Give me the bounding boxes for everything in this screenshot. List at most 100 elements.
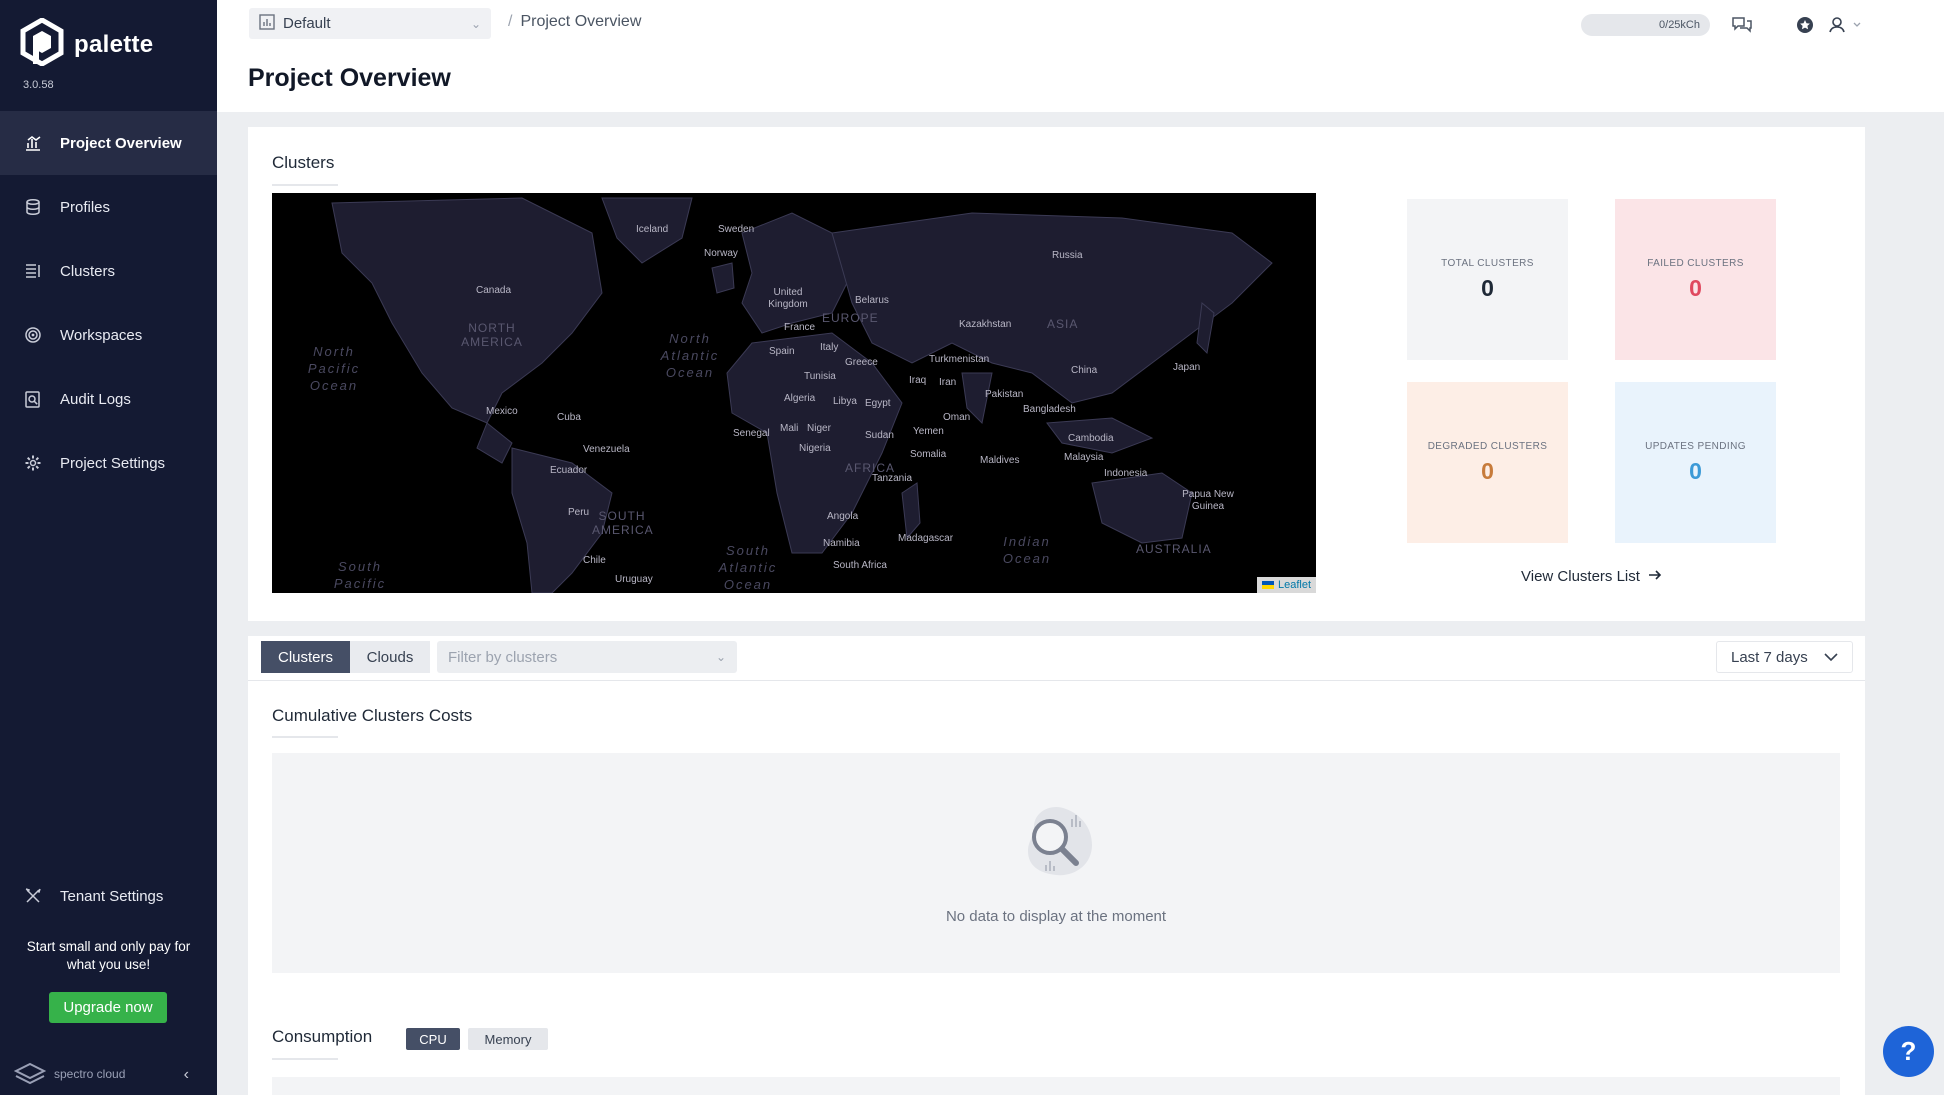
map-label: Niger: [807, 423, 831, 434]
sidebar-item-workspaces[interactable]: Workspaces: [0, 303, 217, 367]
map-label: Tunisia: [804, 371, 836, 382]
stat-value: 0: [1689, 274, 1702, 301]
app-name: palette: [74, 30, 154, 58]
map-label: Spain: [769, 346, 795, 357]
arrow-right-icon: [1648, 568, 1662, 585]
map-label: Venezuela: [583, 444, 630, 455]
spectro-logo-icon: [14, 1062, 46, 1084]
map-label: Somalia: [910, 449, 947, 460]
sidebar-item-project-overview[interactable]: Project Overview: [0, 111, 217, 175]
stat-value: 0: [1689, 457, 1702, 484]
chevron-down-icon: ⌄: [470, 16, 481, 31]
map-continent-label: SOUTH AMERICA: [592, 509, 654, 537]
map-label: Iceland: [636, 224, 669, 235]
map-label: China: [1071, 365, 1098, 376]
star-icon[interactable]: [1793, 13, 1817, 37]
spectro-cloud-logo: spectro cloud: [14, 1062, 125, 1086]
page-title: Project Overview: [248, 64, 451, 92]
map-label: Bangladesh: [1023, 404, 1076, 415]
map-label: Mali: [780, 423, 799, 434]
map-label: Yemen: [913, 426, 944, 437]
map-label: Egypt: [865, 398, 891, 409]
sidebar-item-label: Project Overview: [60, 134, 182, 152]
leaflet-attribution[interactable]: Leaflet: [1256, 577, 1316, 593]
sidebar-footer: spectro cloud ‹: [0, 1052, 217, 1095]
tab-clouds[interactable]: Clouds: [350, 641, 430, 673]
map-continent-label: AUSTRALIA: [1136, 542, 1212, 556]
map-label: Greece: [845, 357, 878, 368]
gear-icon: [23, 453, 43, 473]
costs-section-title: Cumulative Clusters Costs: [272, 706, 473, 725]
title-underline: [272, 736, 338, 738]
sidebar-item-clusters[interactable]: Clusters: [0, 239, 217, 303]
sidebar-item-audit-logs[interactable]: Audit Logs: [0, 367, 217, 431]
map-label: Chile: [583, 555, 606, 566]
filter-clusters-select[interactable]: Filter by clusters ⌄: [437, 641, 737, 673]
tab-clusters[interactable]: Clusters: [261, 641, 350, 673]
empty-state-text: No data to display at the moment: [945, 908, 1167, 925]
help-button[interactable]: ?: [1883, 1026, 1934, 1077]
consumption-section-title: Consumption: [272, 1027, 373, 1046]
map-label: Sweden: [718, 224, 755, 235]
view-clusters-list-label: View Clusters List: [1521, 568, 1640, 585]
leaflet-link[interactable]: Leaflet: [1278, 579, 1311, 591]
spectro-cloud-text: spectro cloud: [54, 1066, 126, 1081]
project-select-value: Default: [283, 15, 331, 32]
tools-icon: [23, 886, 43, 906]
tab-memory[interactable]: Memory: [468, 1028, 548, 1050]
map-label: Indonesia: [1104, 468, 1148, 479]
map-label: Cambodia: [1068, 433, 1114, 444]
view-clusters-list-link[interactable]: View Clusters List: [1521, 568, 1662, 585]
map-ocean-label: South Pacific: [333, 559, 387, 591]
collapse-sidebar-icon[interactable]: ‹: [184, 1066, 189, 1084]
palette-logo-icon: [20, 17, 64, 71]
map-continent-label: NORTH AMERICA: [461, 321, 523, 349]
chart-icon: [23, 133, 43, 153]
stat-label: UPDATES PENDING: [1645, 440, 1746, 452]
map-label: Maldives: [980, 455, 1020, 466]
usage-meter[interactable]: 0/25kCh: [1581, 14, 1710, 36]
user-menu-icon[interactable]: [1826, 13, 1868, 37]
map-label: Ecuador: [550, 465, 588, 476]
tab-cpu[interactable]: CPU: [406, 1028, 460, 1050]
map-label: Namibia: [823, 538, 860, 549]
sidebar-item-tenant-settings[interactable]: Tenant Settings: [0, 864, 217, 928]
sidebar-item-profiles[interactable]: Profiles: [0, 175, 217, 239]
stack-icon: [23, 197, 43, 217]
world-map[interactable]: Iceland Sweden Norway Russia Canada Unit…: [272, 193, 1316, 593]
map-label: Uruguay: [615, 574, 653, 585]
map-label: Madagascar: [898, 533, 954, 544]
map-label: Iran: [939, 377, 957, 388]
stat-updates-pending[interactable]: UPDATES PENDING 0: [1615, 382, 1776, 543]
map-label: Mexico: [486, 406, 518, 417]
time-range-select[interactable]: Last 7 days: [1716, 641, 1853, 673]
upgrade-button[interactable]: Upgrade now: [49, 992, 167, 1023]
sidebar-item-project-settings[interactable]: Project Settings: [0, 431, 217, 495]
map-continent-label: ASIA: [1047, 317, 1079, 331]
sidebar-item-label: Profiles: [60, 198, 111, 216]
breadcrumb-separator: /: [508, 13, 513, 30]
map-label: Pakistan: [985, 389, 1024, 400]
brand[interactable]: palette: [20, 17, 154, 71]
stat-value: 0: [1481, 274, 1494, 301]
map-label: Senegal: [733, 428, 770, 439]
map-continent-label: AFRICA: [845, 461, 896, 475]
stat-value: 0: [1481, 457, 1494, 484]
audit-icon: [23, 389, 43, 409]
map-label: Italy: [820, 342, 839, 353]
map-label: Canada: [476, 285, 512, 296]
chat-icon[interactable]: [1730, 13, 1754, 37]
stat-total-clusters[interactable]: TOTAL CLUSTERS 0: [1407, 199, 1568, 360]
map-label: Kazakhstan: [959, 319, 1012, 330]
sidebar-item-label: Clusters: [60, 262, 116, 280]
no-data-illustration-icon: [1016, 797, 1100, 890]
map-label: South Africa: [833, 560, 887, 571]
map-label: Papua New Guinea: [1182, 489, 1234, 512]
stat-degraded-clusters[interactable]: DEGRADED CLUSTERS 0: [1407, 382, 1568, 543]
project-select[interactable]: Default ⌄: [249, 8, 491, 39]
breadcrumb: / Project Overview: [508, 13, 641, 31]
map-label: Libya: [833, 396, 857, 407]
costs-card: Clusters Clouds Filter by clusters ⌄ Las…: [248, 636, 1865, 1095]
sidebar-item-label: Project Settings: [60, 454, 166, 472]
stat-failed-clusters[interactable]: FAILED CLUSTERS 0: [1615, 199, 1776, 360]
